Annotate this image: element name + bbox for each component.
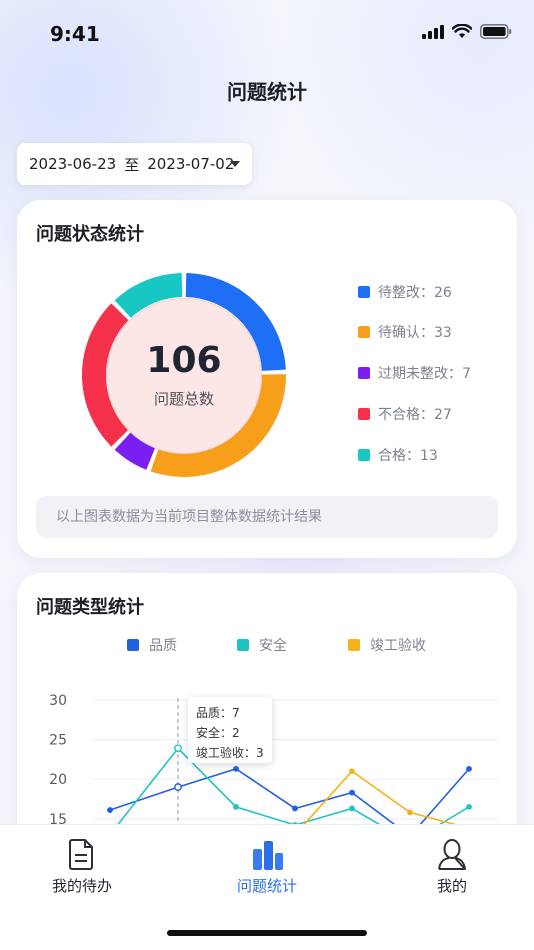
data-point[interactable] bbox=[407, 809, 413, 816]
legend-swatch bbox=[358, 449, 370, 461]
legend-swatch bbox=[358, 367, 370, 379]
data-point[interactable] bbox=[349, 789, 355, 796]
date-range-picker[interactable]: 2023-06-23 至 2023-07-02 bbox=[17, 143, 252, 185]
y-tick-label: 25 bbox=[49, 733, 67, 749]
legend-label: 待整改：26 bbox=[378, 285, 452, 301]
data-point[interactable] bbox=[466, 765, 472, 772]
legend-item-unqualified: 不合格：27 bbox=[358, 404, 452, 424]
battery-icon bbox=[480, 24, 512, 39]
tooltip-line: 竣工验收：3 bbox=[196, 746, 264, 760]
legend-label: 过期未整改：7 bbox=[378, 366, 471, 382]
data-point[interactable] bbox=[466, 803, 472, 810]
document-icon bbox=[69, 839, 93, 870]
tab-my-todo[interactable]: 我的待办 bbox=[17, 825, 147, 905]
legend-swatch bbox=[358, 326, 370, 338]
signal-icon bbox=[422, 24, 444, 39]
status-bar: 9:41 bbox=[0, 0, 534, 70]
data-point[interactable] bbox=[174, 744, 182, 753]
legend-item-qualified: 合格：13 bbox=[358, 445, 438, 465]
date-start: 2023-06-23 bbox=[29, 155, 117, 173]
y-tick-label: 20 bbox=[49, 772, 67, 788]
total-count-label: 问题总数 bbox=[153, 390, 214, 408]
data-point[interactable] bbox=[349, 805, 355, 812]
legend-label: 不合格：27 bbox=[378, 407, 452, 423]
tab-label: 我的待办 bbox=[51, 877, 112, 895]
chart-tooltip: 品质：7 安全：2 竣工验收：3 bbox=[188, 697, 272, 763]
caret-down-icon bbox=[230, 161, 240, 167]
user-icon bbox=[438, 839, 466, 870]
tab-label: 我的 bbox=[436, 877, 467, 895]
status-card-title: 问题状态统计 bbox=[36, 224, 144, 245]
tab-label: 问题统计 bbox=[236, 877, 297, 895]
tooltip-line: 品质：7 bbox=[196, 706, 240, 720]
tab-profile[interactable]: 我的 bbox=[387, 825, 517, 905]
data-point[interactable] bbox=[174, 783, 182, 791]
data-point[interactable] bbox=[233, 765, 239, 772]
tab-issue-stats[interactable]: 问题统计 bbox=[202, 825, 332, 905]
status-time: 9:41 bbox=[50, 22, 100, 46]
legend-item-overdue: 过期未整改：7 bbox=[358, 363, 471, 383]
status-icons bbox=[422, 24, 512, 39]
data-point[interactable] bbox=[107, 807, 113, 813]
legend-label: 合格：13 bbox=[378, 448, 438, 464]
home-indicator bbox=[167, 930, 367, 936]
legend-swatch bbox=[358, 408, 370, 420]
legend-item-pending-fix: 待整改：26 bbox=[358, 282, 452, 302]
wifi-icon bbox=[452, 24, 472, 38]
legend-item-pending-confirm: 待确认：33 bbox=[358, 322, 452, 342]
data-point[interactable] bbox=[233, 803, 239, 810]
total-count: 106 bbox=[146, 340, 222, 381]
data-point[interactable] bbox=[349, 768, 355, 775]
data-point[interactable] bbox=[292, 805, 298, 812]
stats-note: 以上图表数据为当前项目整体数据统计结果 bbox=[36, 496, 498, 538]
status-stats-card: 问题状态统计 106 问题总数 待整改：26 待确认：33 过期未整改：7 不合… bbox=[17, 200, 517, 558]
legend-swatch bbox=[358, 286, 370, 298]
page-title: 问题统计 bbox=[227, 80, 307, 104]
bar-chart-icon bbox=[253, 841, 283, 870]
legend-label: 待确认：33 bbox=[378, 325, 452, 341]
date-separator: 至 bbox=[124, 155, 140, 174]
y-tick-label: 30 bbox=[49, 693, 67, 709]
tooltip-line: 安全：2 bbox=[196, 726, 240, 740]
date-end: 2023-07-02 bbox=[147, 155, 235, 173]
